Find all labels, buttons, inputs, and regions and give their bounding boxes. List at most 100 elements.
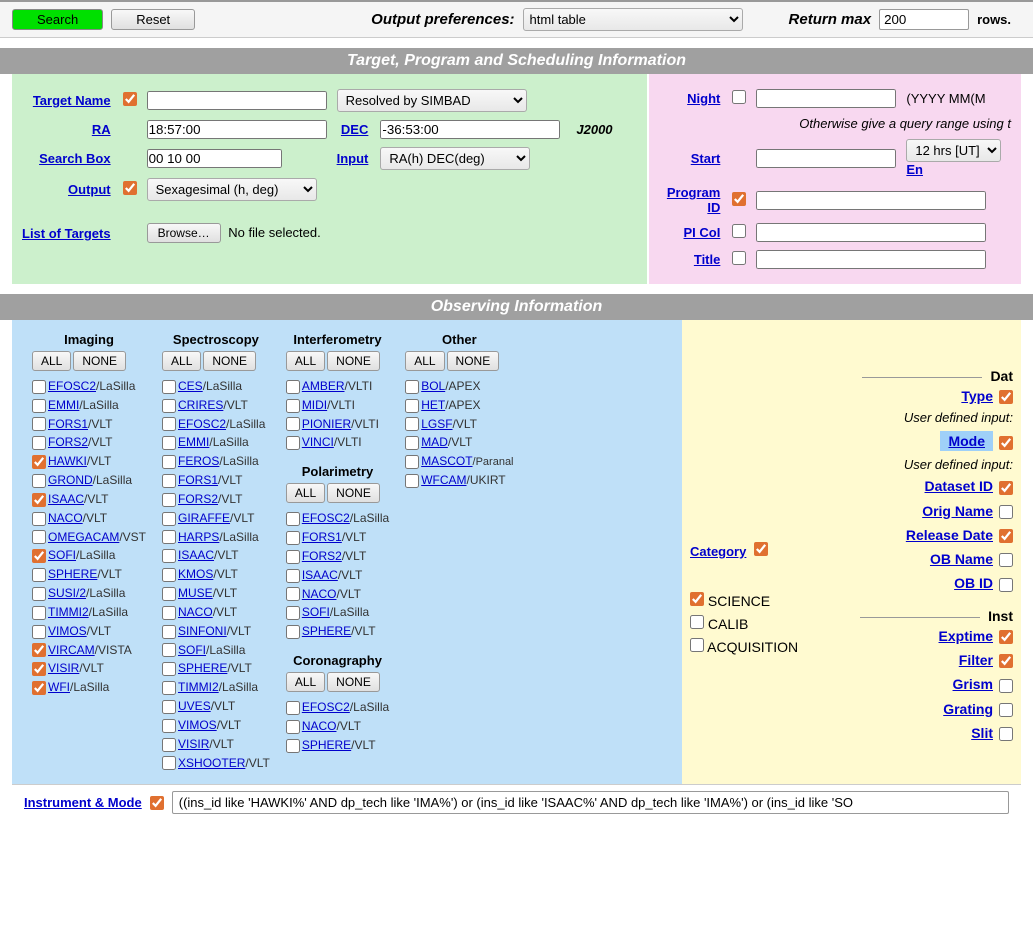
ob-name-check[interactable]	[999, 553, 1013, 567]
inst-check[interactable]	[405, 399, 419, 413]
grism-check[interactable]	[999, 679, 1013, 693]
inst-check[interactable]	[162, 587, 176, 601]
instrument-mode-input[interactable]	[172, 791, 1009, 814]
inst-check[interactable]	[162, 625, 176, 639]
instrument-mode-link[interactable]: Instrument & Mode	[24, 795, 142, 810]
input-format-select[interactable]: RA(h) DEC(deg)	[380, 147, 530, 170]
dec-input[interactable]	[380, 120, 560, 139]
inst-check[interactable]	[32, 625, 46, 639]
inst-link[interactable]: CES	[178, 379, 203, 393]
pi-coi-check[interactable]	[732, 224, 746, 238]
inst-check[interactable]	[32, 474, 46, 488]
inst-link[interactable]: AMBER	[302, 379, 345, 393]
night-input[interactable]	[756, 89, 896, 108]
inst-check[interactable]	[32, 380, 46, 394]
inst-check[interactable]	[405, 436, 419, 450]
ra-input[interactable]	[147, 120, 327, 139]
inst-check[interactable]	[286, 569, 300, 583]
inst-link[interactable]: EMMI	[178, 435, 209, 449]
inst-link[interactable]: OMEGACAM	[48, 530, 119, 544]
inst-check[interactable]	[162, 756, 176, 770]
coronagraphy-all-button[interactable]: ALL	[286, 672, 325, 692]
inst-link[interactable]: GROND	[48, 473, 93, 487]
inst-check[interactable]	[162, 681, 176, 695]
night-link[interactable]: Night	[687, 91, 720, 106]
inst-link[interactable]: MAD	[421, 435, 448, 449]
inst-link[interactable]: UVES	[178, 699, 211, 713]
inst-link[interactable]: VINCI	[302, 435, 334, 449]
inst-check[interactable]	[286, 587, 300, 601]
exptime-check[interactable]	[999, 630, 1013, 644]
inst-link[interactable]: NACO	[178, 605, 213, 619]
ob-id-link[interactable]: OB ID	[954, 575, 993, 591]
category-item-check[interactable]	[690, 615, 704, 629]
inst-check[interactable]	[32, 662, 46, 676]
inst-link[interactable]: ISAAC	[178, 548, 214, 562]
mode-link[interactable]: Mode	[948, 433, 985, 449]
search-box-link[interactable]: Search Box	[39, 151, 111, 166]
polarimetry-all-button[interactable]: ALL	[286, 483, 325, 503]
filter-link[interactable]: Filter	[959, 652, 993, 668]
inst-check[interactable]	[32, 643, 46, 657]
inst-link[interactable]: VISIR	[48, 661, 79, 675]
inst-link[interactable]: EFOSC2	[302, 700, 350, 714]
orig-name-check[interactable]	[999, 505, 1013, 519]
inst-link[interactable]: TIMMI2	[178, 680, 219, 694]
inst-link[interactable]: MASCOT	[421, 454, 472, 468]
reset-button[interactable]: Reset	[111, 9, 195, 30]
inst-link[interactable]: EFOSC2	[302, 511, 350, 525]
inst-check[interactable]	[162, 474, 176, 488]
inst-link[interactable]: HAWKI	[48, 454, 87, 468]
inst-check[interactable]	[162, 417, 176, 431]
inst-link[interactable]: EMMI	[48, 398, 79, 412]
browse-button[interactable]: Browse…	[147, 223, 221, 243]
inst-link[interactable]: NACO	[302, 587, 337, 601]
inst-link[interactable]: WFI	[48, 680, 70, 694]
end-link[interactable]: En	[906, 162, 923, 177]
category-item-check[interactable]	[690, 638, 704, 652]
inst-link[interactable]: SPHERE	[302, 738, 351, 752]
inst-check[interactable]	[162, 643, 176, 657]
category-item-check[interactable]	[690, 592, 704, 606]
category-link[interactable]: Category	[690, 544, 746, 559]
inst-check[interactable]	[162, 568, 176, 582]
inst-check[interactable]	[286, 436, 300, 450]
grating-link[interactable]: Grating	[943, 701, 993, 717]
output-pref-select[interactable]: html table	[523, 8, 743, 31]
ob-id-check[interactable]	[999, 578, 1013, 592]
title-link[interactable]: Title	[694, 252, 721, 267]
output-link[interactable]: Output	[68, 182, 111, 197]
inst-check[interactable]	[32, 681, 46, 695]
inst-check[interactable]	[405, 474, 419, 488]
grism-link[interactable]: Grism	[953, 676, 993, 692]
imaging-all-button[interactable]: ALL	[32, 351, 71, 371]
inst-check[interactable]	[286, 550, 300, 564]
inst-link[interactable]: CRIRES	[178, 398, 223, 412]
filter-check[interactable]	[999, 654, 1013, 668]
title-check[interactable]	[732, 251, 746, 265]
start-tz-select[interactable]: 12 hrs [UT]	[906, 139, 1001, 162]
inst-check[interactable]	[162, 719, 176, 733]
inst-link[interactable]: XSHOOTER	[178, 756, 245, 770]
inst-link[interactable]: WFCAM	[421, 473, 466, 487]
inst-link[interactable]: LGSF	[421, 417, 452, 431]
type-check[interactable]	[999, 390, 1013, 404]
grating-check[interactable]	[999, 703, 1013, 717]
other-none-button[interactable]: NONE	[447, 351, 500, 371]
inst-check[interactable]	[162, 606, 176, 620]
inst-check[interactable]	[405, 380, 419, 394]
inst-link[interactable]: FORS1	[178, 473, 218, 487]
inst-check[interactable]	[286, 417, 300, 431]
inst-link[interactable]: VISIR	[178, 737, 209, 751]
inst-check[interactable]	[286, 701, 300, 715]
inst-link[interactable]: KMOS	[178, 567, 213, 581]
other-all-button[interactable]: ALL	[405, 351, 444, 371]
inst-check[interactable]	[162, 530, 176, 544]
spectroscopy-none-button[interactable]: NONE	[203, 351, 256, 371]
exptime-link[interactable]: Exptime	[939, 628, 993, 644]
inst-link[interactable]: SPHERE	[302, 624, 351, 638]
release-date-link[interactable]: Release Date	[906, 527, 993, 543]
inst-link[interactable]: VIMOS	[48, 624, 87, 638]
inst-check[interactable]	[162, 549, 176, 563]
resolver-select[interactable]: Resolved by SIMBAD	[337, 89, 527, 112]
